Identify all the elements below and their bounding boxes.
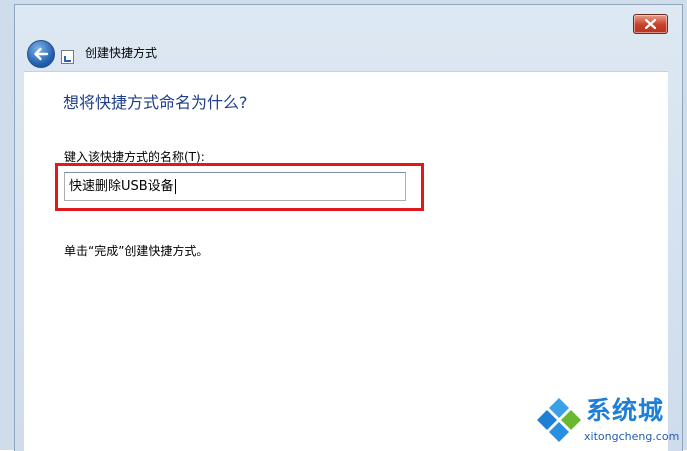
highlight-annotation-box [55,163,424,211]
watermark-name: 系统城 [586,396,665,425]
window-title: 创建快捷方式 [85,46,158,60]
shortcut-name-label: 键入该快捷方式的名称(T): [64,150,205,164]
watermark: 系统城 xitongcheng.com [536,396,686,450]
watermark-logo-icon [537,398,581,442]
window-frame: 创建快捷方式 想将快捷方式命名为什么? 键入该快捷方式的名称(T): 快速删除U… [0,0,687,451]
page-heading: 想将快捷方式命名为什么? [63,93,248,112]
back-arrow-icon [34,47,49,61]
close-button[interactable] [633,14,668,34]
watermark-url: xitongcheng.com [584,430,680,443]
close-x-icon [645,19,656,29]
finish-hint: 单击“完成”创建快捷方式。 [64,244,209,258]
wizard-content: 想将快捷方式命名为什么? 键入该快捷方式的名称(T): 快速删除USB设备 单击… [24,71,668,451]
back-button[interactable] [27,40,55,68]
shortcut-icon [61,50,74,64]
